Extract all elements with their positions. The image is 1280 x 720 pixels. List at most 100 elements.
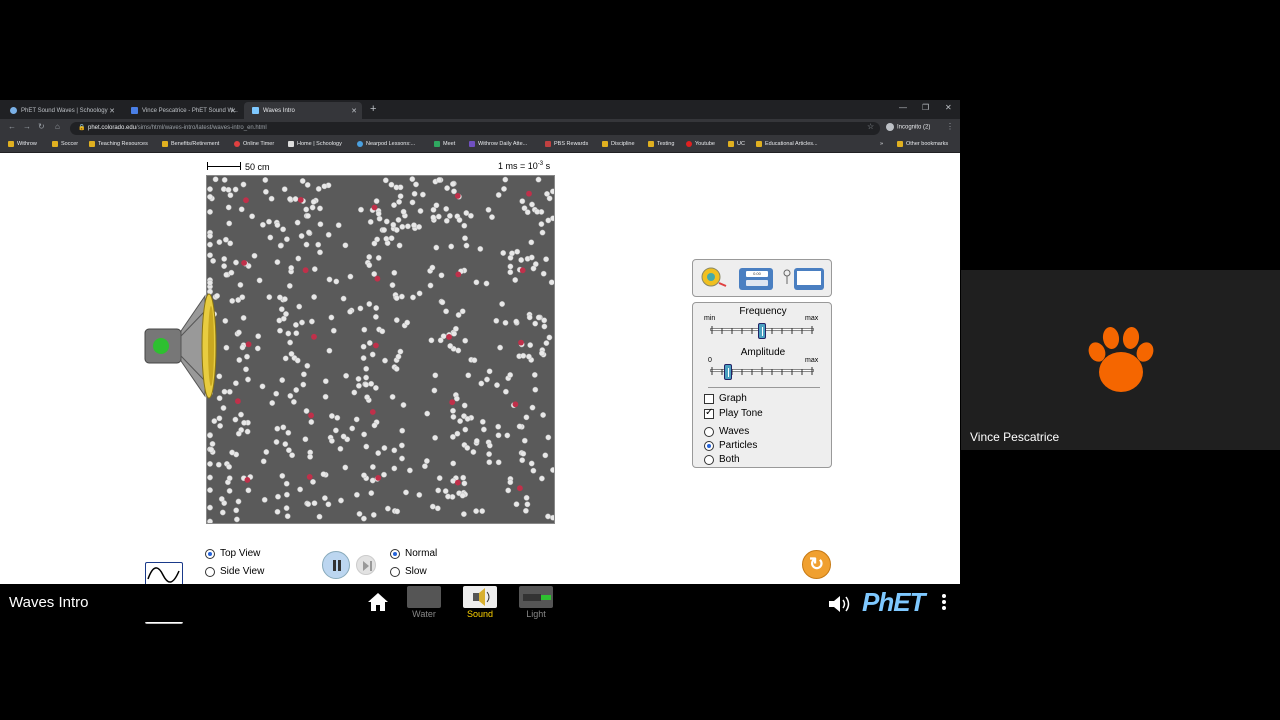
checkbox-box[interactable] xyxy=(704,407,714,419)
menu-icon[interactable]: ⋮ xyxy=(946,122,954,131)
measuring-tape-icon[interactable] xyxy=(699,266,727,290)
tab-doc[interactable]: Vince Pescatrice - PhET Sound W... ✕ xyxy=(123,102,241,119)
particle xyxy=(427,282,434,289)
amplitude-slider-thumb[interactable] xyxy=(723,364,732,380)
home-icon[interactable]: ⌂ xyxy=(55,122,60,131)
tab-title: Waves Intro xyxy=(263,107,295,114)
profile-button[interactable]: Incognito (2) xyxy=(886,123,930,131)
slow-speed-radio[interactable]: Slow xyxy=(390,566,427,577)
step-forward-button[interactable] xyxy=(356,555,376,575)
top-view-radio[interactable]: Top View xyxy=(205,548,260,559)
particle xyxy=(546,195,553,202)
audio-icon[interactable] xyxy=(827,594,853,614)
more-bookmarks-icon[interactable]: » xyxy=(880,141,883,147)
close-icon[interactable]: ✕ xyxy=(109,107,115,115)
particle xyxy=(375,255,382,261)
faucet-icon xyxy=(407,586,441,608)
bookmark[interactable]: UC xyxy=(728,141,745,147)
reload-icon[interactable]: ↻ xyxy=(38,122,45,131)
bookmark[interactable]: Teaching Resources xyxy=(89,141,148,147)
normal-speed-radio[interactable]: Normal xyxy=(390,548,437,559)
close-icon[interactable]: ✕ xyxy=(230,107,236,115)
bookmark[interactable]: Home | Schoology xyxy=(288,141,342,147)
particle xyxy=(207,193,213,200)
screen-water-button[interactable]: Water xyxy=(404,586,444,622)
bookmark[interactable]: PBS Rewards xyxy=(545,141,588,147)
particle xyxy=(459,492,466,499)
checkbox-box[interactable] xyxy=(704,393,714,404)
close-window-icon[interactable]: ✕ xyxy=(945,103,952,112)
particle xyxy=(546,334,553,341)
particle xyxy=(221,263,228,270)
screen-sound-button[interactable]: Sound xyxy=(460,586,500,622)
tab-waves-intro[interactable]: Waves Intro ✕ xyxy=(244,102,362,119)
particle xyxy=(310,478,316,485)
wave-meter-icon[interactable] xyxy=(781,266,825,292)
play-tone-checkbox[interactable]: Play Tone xyxy=(704,407,763,419)
particle xyxy=(355,382,362,389)
star-icon[interactable]: ☆ xyxy=(867,122,874,131)
particle xyxy=(438,272,445,279)
bookmark[interactable]: Meet xyxy=(434,141,455,147)
new-tab-icon[interactable]: + xyxy=(370,103,376,115)
bookmark[interactable]: Youtube xyxy=(686,141,715,147)
meet-icon xyxy=(434,141,440,147)
side-view-radio[interactable]: Side View xyxy=(205,566,264,577)
radio-button[interactable] xyxy=(205,548,215,559)
phet-menu-icon[interactable] xyxy=(940,592,948,616)
particle xyxy=(274,425,281,432)
phet-logo[interactable]: PhET xyxy=(862,587,925,618)
other-bookmarks[interactable]: Other bookmarks xyxy=(897,141,948,147)
stopwatch-icon[interactable]: 0.00 xyxy=(739,268,773,290)
screen-light-button[interactable]: Light xyxy=(516,586,556,622)
bookmark[interactable]: Withrow Daily Atte... xyxy=(469,141,527,147)
particle xyxy=(240,181,247,188)
bookmark[interactable]: Testing xyxy=(648,141,674,147)
minimize-icon[interactable]: — xyxy=(899,103,907,112)
particle xyxy=(368,380,375,387)
pause-button[interactable] xyxy=(322,551,350,579)
back-icon[interactable]: ← xyxy=(8,122,16,131)
radio-button[interactable] xyxy=(390,548,400,559)
particle xyxy=(226,475,233,482)
radio-button[interactable] xyxy=(390,566,400,577)
marked-particle xyxy=(302,267,309,274)
frequency-slider-thumb[interactable] xyxy=(758,323,766,339)
particle xyxy=(507,372,514,378)
particle xyxy=(297,486,304,493)
particle xyxy=(315,241,322,248)
bookmark[interactable]: Withrow xyxy=(8,141,37,147)
both-radio[interactable]: Both xyxy=(704,454,740,465)
restore-icon[interactable]: ❐ xyxy=(922,103,929,112)
particle xyxy=(523,414,530,421)
folder-icon xyxy=(648,141,654,147)
radio-button[interactable] xyxy=(704,440,714,451)
close-icon[interactable]: ✕ xyxy=(351,107,357,115)
reset-all-button[interactable]: ↻ xyxy=(802,550,831,579)
bookmark[interactable]: Discipline xyxy=(602,141,635,147)
tab-schoology[interactable]: PhET Sound Waves | Schoology ✕ xyxy=(2,102,120,119)
particle xyxy=(284,491,290,498)
radio-button[interactable] xyxy=(704,426,714,437)
bookmark[interactable]: Online Timer xyxy=(234,141,274,147)
radio-button[interactable] xyxy=(205,566,215,577)
particle xyxy=(295,255,302,262)
particle xyxy=(473,279,480,286)
bookmark[interactable]: Educational Articles... xyxy=(756,141,818,147)
bookmark[interactable]: Benefits/Retirement xyxy=(162,141,219,147)
particle xyxy=(528,254,535,261)
radio-button[interactable] xyxy=(704,454,714,465)
home-screen-icon[interactable] xyxy=(367,591,389,613)
waves-radio[interactable]: Waves xyxy=(704,426,749,437)
particle xyxy=(300,381,307,388)
particle xyxy=(432,434,439,441)
bookmark[interactable]: Soccer xyxy=(52,141,78,147)
bookmark[interactable]: Nearpod Lessons:... xyxy=(357,141,415,147)
particles-radio[interactable]: Particles xyxy=(704,440,757,451)
url-field[interactable]: 🔒 phet.colorado.edu/sims/html/waves-intr… xyxy=(70,122,880,135)
particle xyxy=(486,442,493,449)
graph-checkbox[interactable]: Graph xyxy=(704,393,747,404)
particle xyxy=(465,372,472,379)
forward-icon[interactable]: → xyxy=(23,122,31,131)
particle xyxy=(381,227,388,233)
